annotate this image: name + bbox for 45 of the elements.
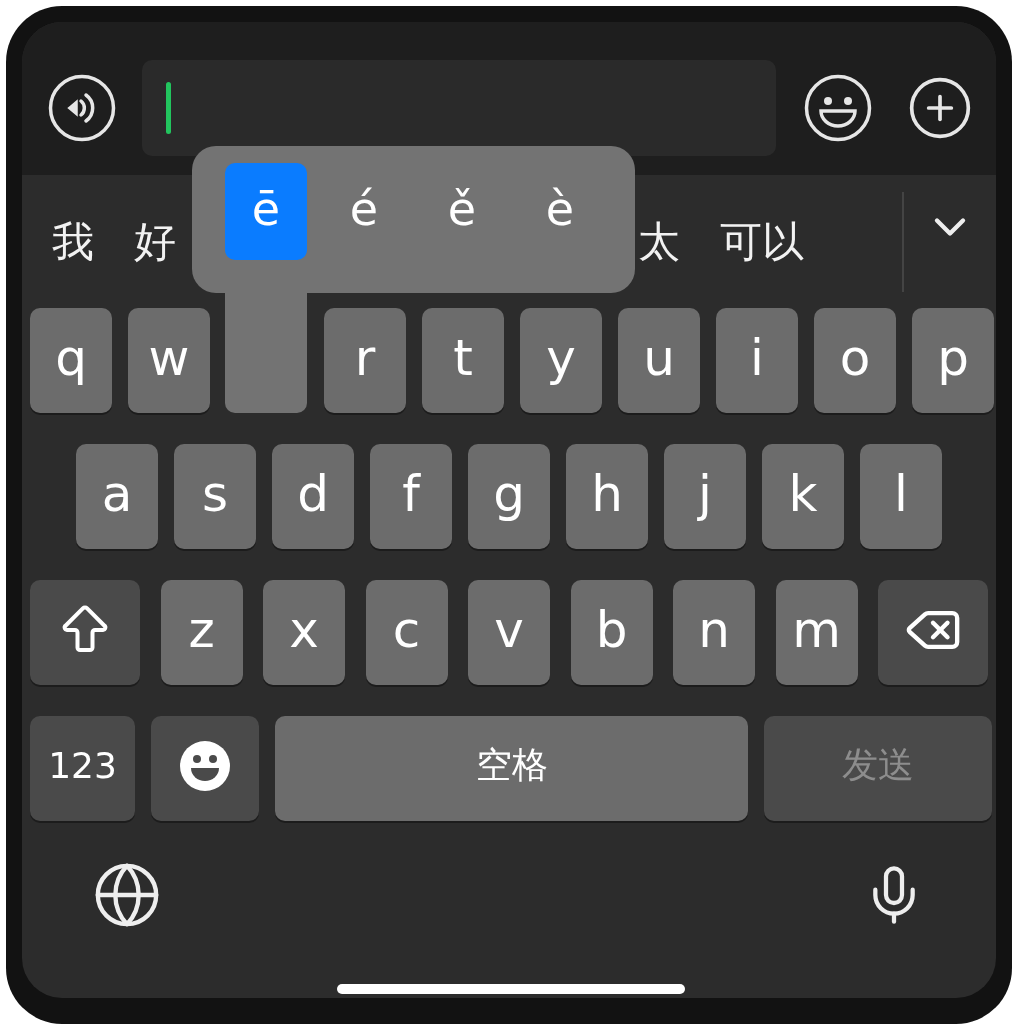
shift-key[interactable] [30, 580, 140, 685]
letter-key[interactable]: i [716, 308, 798, 413]
letter-key[interactable]: v [468, 580, 550, 685]
candidate-word[interactable]: 好 [134, 213, 176, 270]
letter-key[interactable]: s [174, 444, 256, 549]
accent-option[interactable]: ē [225, 163, 307, 260]
accent-option[interactable]: é [323, 163, 405, 260]
letter-key[interactable]: u [618, 308, 700, 413]
candidate-word[interactable]: 我 [52, 213, 94, 270]
accent-option[interactable]: è [519, 163, 601, 260]
letter-key[interactable]: r [324, 308, 406, 413]
input-field[interactable] [142, 60, 776, 156]
letter-key[interactable]: h [566, 444, 648, 549]
letter-key[interactable]: j [664, 444, 746, 549]
numbers-key[interactable]: 123 [30, 716, 135, 821]
letter-key[interactable]: t [422, 308, 504, 413]
letter-key[interactable]: z [160, 580, 243, 685]
voice-icon [48, 74, 116, 142]
letter-key[interactable]: c [365, 580, 448, 685]
letter-key[interactable]: l [860, 444, 942, 549]
candidate-word[interactable]: 可以 [720, 213, 804, 270]
letter-key[interactable]: d [272, 444, 354, 549]
letter-key[interactable]: p [912, 308, 994, 413]
letter-key[interactable]: f [370, 444, 452, 549]
candidate-word[interactable]: 太 [638, 213, 680, 270]
text-cursor [166, 82, 171, 134]
accent-option[interactable]: ě [421, 163, 503, 260]
voice-button[interactable] [48, 74, 116, 142]
letter-key[interactable]: o [814, 308, 896, 413]
letter-key[interactable]: k [762, 444, 844, 549]
letter-key[interactable]: w [128, 308, 210, 413]
letter-key[interactable]: x [263, 580, 345, 685]
emoji-button[interactable] [804, 74, 872, 142]
letter-key[interactable]: y [520, 308, 602, 413]
emoji-key[interactable] [151, 716, 259, 821]
emoji-icon [179, 739, 231, 792]
letter-key[interactable]: g [468, 444, 550, 549]
letter-key[interactable]: b [570, 580, 653, 685]
smiley-icon [804, 74, 872, 142]
letter-key[interactable]: a [76, 444, 158, 549]
letter-key[interactable]: q [30, 308, 112, 413]
backspace-key[interactable] [878, 580, 988, 685]
letter-key[interactable]: n [673, 580, 755, 685]
space-key[interactable]: 空格 [275, 716, 748, 821]
letter-key[interactable]: m [775, 580, 858, 685]
